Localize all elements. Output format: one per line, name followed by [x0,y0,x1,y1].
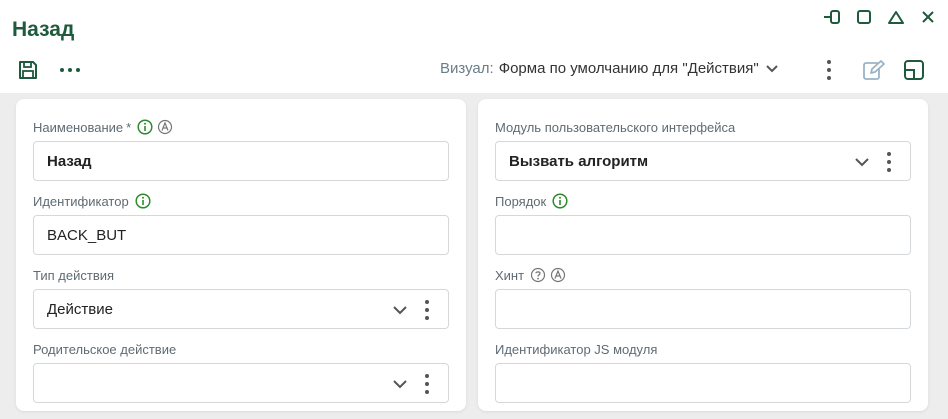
auto-icon[interactable] [157,119,173,135]
close-icon[interactable] [918,8,938,26]
more-vertical-icon[interactable] [882,150,896,174]
ui-module-value: Вызвать алгоритм [509,152,649,170]
toolbar [16,58,82,82]
hint-input[interactable] [495,289,911,329]
visual-value[interactable]: Форма по умолчанию для "Действия" [499,60,759,77]
window-controls [822,8,938,26]
more-horizontal-icon[interactable] [58,58,82,82]
maximize-icon[interactable] [854,8,874,26]
save-icon[interactable] [16,58,40,82]
edit-icon[interactable] [862,58,886,82]
action-type-value: Действие [47,300,113,318]
open-window-icon[interactable] [902,58,926,82]
info-icon[interactable] [137,119,153,135]
parent-action-field: Родительское действие [33,341,449,403]
identifier-label: Идентификатор [33,193,129,209]
js-module-id-field: Идентификатор JS модуля [495,341,911,403]
pin-icon[interactable] [822,8,842,26]
ui-module-label: Модуль пользовательского интерфейса [495,119,736,135]
identifier-field: Идентификатор BACK_BUT [33,193,449,255]
visual-selector[interactable]: Визуал: Форма по умолчанию для "Действия… [440,60,779,77]
action-type-field: Тип действия Действие [33,267,449,329]
required-mark: * [126,119,132,135]
right-panel: Модуль пользовательского интерфейса Вызв… [478,99,928,411]
js-module-id-input[interactable] [495,363,911,403]
name-label: Наименование [33,119,124,135]
left-panel: Наименование * Назад Идентификатор BACK_… [16,99,466,411]
ui-module-select[interactable]: Вызвать алгоритм [495,141,911,181]
chevron-down-icon[interactable] [392,302,408,318]
identifier-input[interactable]: BACK_BUT [33,215,449,255]
ui-module-field: Модуль пользовательского интерфейса Вызв… [495,119,911,181]
order-field: Порядок [495,193,911,255]
visual-label: Визуал: [440,60,494,77]
info-icon[interactable] [135,193,151,209]
name-field: Наименование * Назад [33,119,449,181]
hint-label: Хинт [495,267,525,283]
js-module-id-label: Идентификатор JS модуля [495,341,658,357]
info-icon[interactable] [552,193,568,209]
right-tools [862,58,926,82]
name-input[interactable]: Назад [33,141,449,181]
page-title: Назад [12,18,75,41]
auto-icon[interactable] [550,267,566,283]
chevron-down-icon[interactable] [392,376,408,392]
more-vertical-icon[interactable] [420,298,434,322]
order-label: Порядок [495,193,547,209]
order-input[interactable] [495,215,911,255]
collapse-icon[interactable] [886,8,906,26]
parent-action-select[interactable] [33,363,449,403]
chevron-down-icon[interactable] [854,154,870,170]
more-vertical-icon[interactable] [420,372,434,396]
action-type-select[interactable]: Действие [33,289,449,329]
parent-action-label: Родительское действие [33,341,177,357]
more-vertical-icon[interactable] [818,58,840,82]
chevron-down-icon[interactable] [765,64,779,74]
action-type-label: Тип действия [33,267,115,283]
hint-field: Хинт [495,267,911,329]
question-icon[interactable] [530,267,546,283]
form-header: Назад Визуал: Форма по умолчанию для "Де… [0,0,948,93]
